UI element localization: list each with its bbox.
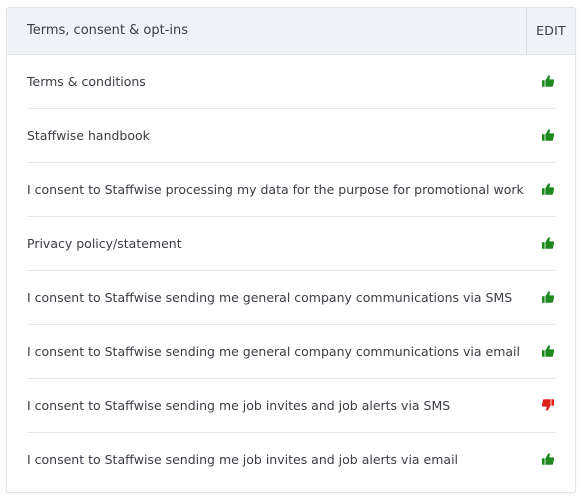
consent-list: Terms & conditions Staffwise handbook I … (27, 55, 555, 486)
consent-label: I consent to Staffwise sending me job in… (27, 398, 451, 413)
card-header: Terms, consent & opt-ins EDIT (7, 8, 575, 55)
consent-label: I consent to Staffwise sending me genera… (27, 290, 513, 305)
consent-label: Staffwise handbook (27, 128, 150, 143)
consent-row: Staffwise handbook (27, 109, 555, 163)
consent-row: Privacy policy/statement (27, 217, 555, 271)
consent-label: I consent to Staffwise sending me job in… (27, 452, 459, 467)
consent-label: I consent to Staffwise processing my dat… (27, 182, 524, 197)
thumbs-up-icon (541, 128, 555, 142)
card-title: Terms, consent & opt-ins (27, 23, 189, 38)
consent-row: I consent to Staffwise processing my dat… (27, 163, 555, 217)
consent-row: I consent to Staffwise sending me genera… (27, 271, 555, 325)
thumbs-up-icon (541, 452, 555, 466)
consent-row: I consent to Staffwise sending me job in… (27, 433, 555, 486)
thumbs-down-icon (541, 398, 555, 412)
consent-row: I consent to Staffwise sending me genera… (27, 325, 555, 379)
consent-card: Terms, consent & opt-ins EDIT Terms & co… (6, 7, 576, 493)
consent-label: I consent to Staffwise sending me genera… (27, 344, 521, 359)
thumbs-up-icon (541, 236, 555, 250)
thumbs-up-icon (541, 290, 555, 304)
consent-row: I consent to Staffwise sending me job in… (27, 379, 555, 433)
thumbs-up-icon (541, 74, 555, 88)
edit-button[interactable]: EDIT (526, 8, 575, 54)
thumbs-up-icon (541, 344, 555, 358)
consent-label: Terms & conditions (27, 74, 146, 89)
thumbs-up-icon (541, 182, 555, 196)
consent-row: Terms & conditions (27, 55, 555, 109)
consent-label: Privacy policy/statement (27, 236, 182, 251)
